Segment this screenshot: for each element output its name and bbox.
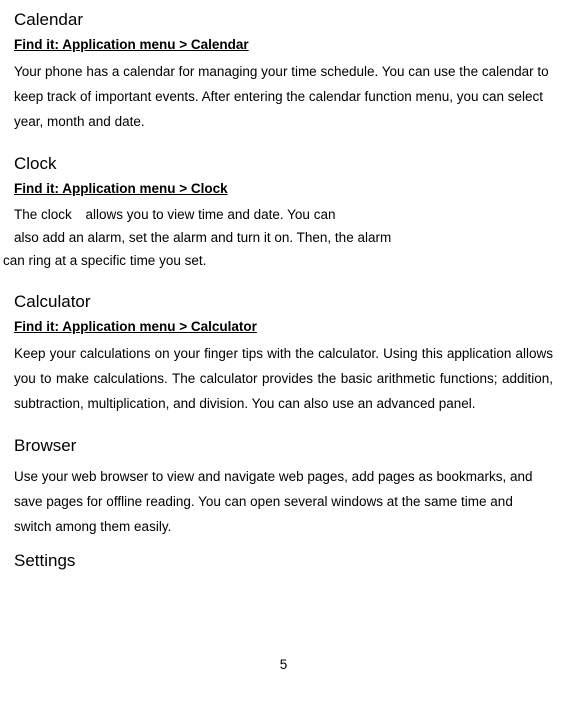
browser-body: Use your web browser to view and navigat…: [14, 465, 553, 540]
calculator-body: Keep your calculations on your finger ti…: [14, 342, 553, 417]
page-number: 5: [14, 653, 553, 678]
clock-body-line2: also add an alarm, set the alarm and tur…: [14, 227, 553, 250]
clock-body-line1: The clock allows you to view time and da…: [14, 204, 553, 227]
calendar-find-it: Find it: Application menu > Calendar: [14, 33, 553, 58]
calendar-title: Calendar: [14, 9, 553, 31]
clock-body-rest: allows you to view time and date. You ca…: [86, 207, 336, 222]
browser-title: Browser: [14, 435, 553, 457]
clock-find-it: Find it: Application menu > Clock: [14, 177, 553, 202]
clock-body-line3: can ring at a specific time you set.: [3, 250, 553, 273]
clock-body-lead: The clock: [14, 204, 72, 227]
calendar-body: Your phone has a calendar for managing y…: [14, 60, 553, 135]
clock-title: Clock: [14, 153, 553, 175]
calculator-find-it: Find it: Application menu > Calculator: [14, 315, 553, 340]
settings-title: Settings: [14, 550, 553, 572]
calculator-title: Calculator: [14, 291, 553, 313]
